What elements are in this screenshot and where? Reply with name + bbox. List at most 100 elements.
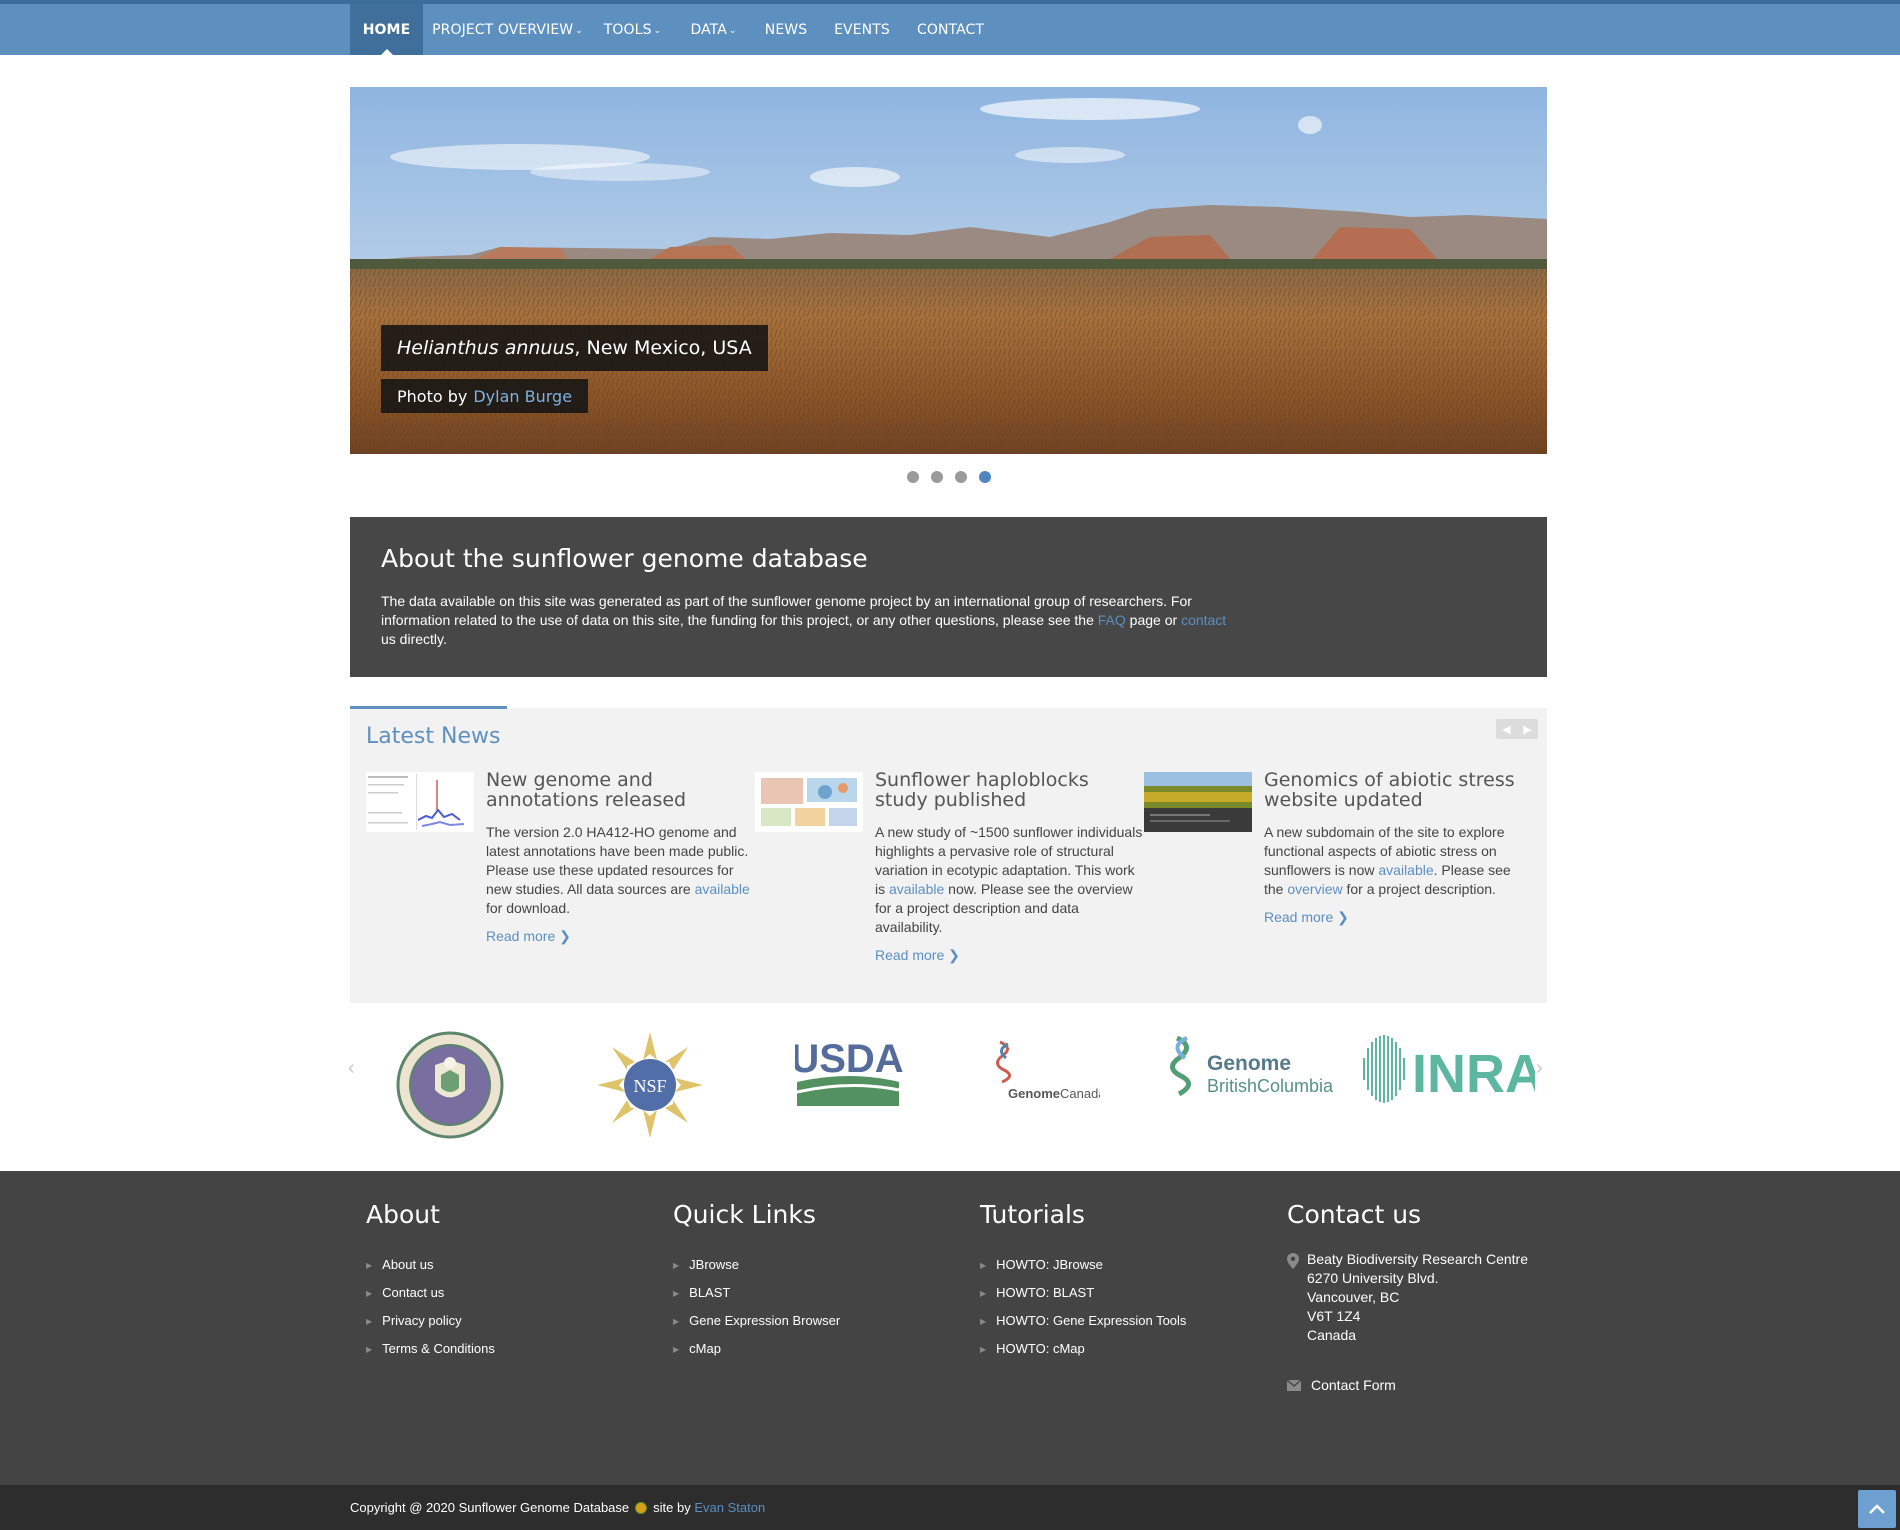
nav-events[interactable]: EVENTS: [827, 4, 897, 55]
footer-contact-column: Contact us: [1287, 1200, 1421, 1229]
nav-tools[interactable]: TOOLS ⌄: [595, 4, 670, 55]
logo-carousel-next[interactable]: ›: [1536, 1057, 1543, 1080]
news-item-title[interactable]: Sunflower haploblocks study published: [875, 770, 1145, 810]
news-thumbnail-haploblocks[interactable]: [755, 772, 863, 832]
footer-about-column: About ▶ About us ▶ Contact us ▶ Privacy pol…: [366, 1200, 495, 1363]
about-text: The data available on this site was gene…: [381, 593, 1227, 647]
doe-seal-logo[interactable]: [395, 1030, 505, 1140]
chevron-right-icon: ❯: [948, 947, 960, 963]
svg-text:GenomeCanada: GenomeCanada: [1008, 1086, 1100, 1101]
hero-caption-location: , New Mexico, USA: [574, 337, 752, 359]
news-available-link[interactable]: available: [1378, 862, 1433, 878]
photo-credit-prefix: Photo by: [397, 386, 468, 406]
bullet-arrow-icon: ▶: [366, 1261, 373, 1270]
footer-link-about-us[interactable]: ▶ About us: [366, 1251, 495, 1279]
chevron-right-icon: ❯: [1337, 909, 1349, 925]
news-item-body: A new study of ~1500 sunflower individua…: [875, 824, 1143, 935]
logo-carousel-prev[interactable]: ‹: [348, 1057, 355, 1080]
back-to-top-button[interactable]: [1858, 1490, 1896, 1528]
nav-contact[interactable]: CONTACT: [908, 4, 993, 55]
author-link[interactable]: Evan Staton: [694, 1500, 765, 1515]
bullet-arrow-icon: ▶: [980, 1261, 987, 1270]
footer-link-cmap[interactable]: ▶ cMap: [673, 1335, 840, 1363]
copyright-bar: [0, 1485, 1900, 1530]
nsf-logo[interactable]: NSF: [595, 1030, 705, 1140]
site-footer: [0, 1171, 1900, 1485]
usda-logo[interactable]: USDA: [795, 1030, 905, 1140]
bullet-arrow-icon: ▶: [366, 1345, 373, 1354]
news-available-link[interactable]: available: [695, 881, 750, 897]
news-accent-line: [350, 706, 507, 709]
contact-form-link[interactable]: Contact Form: [1311, 1377, 1396, 1393]
chevron-down-icon: ⌄: [728, 25, 737, 36]
hero-photo-credit: Photo by Dylan Burge: [381, 379, 589, 413]
footer-contact-title: Contact us: [1287, 1200, 1422, 1229]
chevron-right-icon[interactable]: ▶: [1523, 723, 1531, 736]
news-item-title[interactable]: Genomics of abiotic stress website updat…: [1264, 770, 1534, 810]
genome-bc-text-1: Genome: [1207, 1052, 1291, 1075]
bullet-arrow-icon: ▶: [366, 1317, 373, 1326]
news-carousel-controls[interactable]: ◀ ▶: [1496, 719, 1538, 739]
slider-dot-2[interactable]: [931, 471, 943, 483]
read-more-link[interactable]: Read more ❯: [1264, 909, 1349, 926]
hero-slider[interactable]: Helianthus annuus, New Mexico, USA Photo…: [350, 87, 1547, 454]
footer-link-howto-gene-expression[interactable]: ▶ HOWTO: Gene Expression Tools: [980, 1307, 1186, 1335]
read-more-link[interactable]: Read more ❯: [486, 928, 571, 945]
genome-canada-logo[interactable]: GenomeCanada: [990, 1030, 1100, 1140]
news-thumbnail-abiotic-stress[interactable]: [1144, 772, 1252, 832]
news-item-body: The version 2.0 HA412-HO genome and late…: [486, 824, 750, 916]
footer-link-contact-us[interactable]: ▶ Contact us: [366, 1279, 495, 1307]
about-title: About the sunflower genome database: [381, 544, 868, 573]
faq-link[interactable]: FAQ: [1098, 612, 1126, 628]
footer-tutorials-title: Tutorials: [980, 1200, 1085, 1229]
inra-logo[interactable]: INRA: [1360, 1030, 1535, 1140]
read-more-link[interactable]: Read more ❯: [875, 947, 960, 964]
footer-tutorials-column: Tutorials ▶ HOWTO: JBrowse ▶ HOWTO: BLAST …: [980, 1200, 1186, 1363]
about-section: About the sunflower genome database The …: [350, 517, 1547, 677]
footer-about-title: About: [366, 1200, 440, 1229]
slider-dot-4[interactable]: [979, 471, 991, 483]
chevron-up-icon: [1869, 1504, 1885, 1514]
nav-data[interactable]: DATA ⌄: [680, 4, 747, 55]
hero-caption-species: Helianthus annuus: [397, 337, 575, 359]
footer-link-howto-blast[interactable]: ▶ HOWTO: BLAST: [980, 1279, 1186, 1307]
nav-home[interactable]: HOME: [350, 4, 423, 55]
chevron-down-icon: ⌄: [653, 25, 662, 36]
news-available-link[interactable]: available: [889, 881, 944, 897]
chevron-right-icon: ❯: [559, 928, 571, 944]
slider-dot-3[interactable]: [955, 471, 967, 483]
genome-bc-text-2: BritishColumbia: [1207, 1076, 1334, 1096]
news-item-title[interactable]: New genome and annotations released: [486, 770, 756, 810]
footer-link-blast[interactable]: ▶ BLAST: [673, 1279, 840, 1307]
footer-link-howto-cmap[interactable]: ▶ HOWTO: cMap: [980, 1335, 1186, 1363]
news-title: Latest News: [366, 724, 501, 749]
contact-link[interactable]: contact: [1181, 612, 1226, 628]
footer-quick-links-column: Quick Links ▶ JBrowse ▶ BLAST ▶ Gene Expres…: [673, 1200, 840, 1363]
nav-project-overview[interactable]: PROJECT OVERVIEW ⌄: [430, 4, 585, 55]
copyright-text: Copyright @ 2020 Sunflower Genome Databa…: [350, 1500, 766, 1515]
footer-link-terms[interactable]: ▶ Terms & Conditions: [366, 1335, 495, 1363]
bullet-arrow-icon: ▶: [673, 1261, 680, 1270]
news-overview-link[interactable]: overview: [1287, 881, 1342, 897]
footer-link-gene-expression-browser[interactable]: ▶ Gene Expression Browser: [673, 1307, 840, 1335]
bullet-arrow-icon: ▶: [980, 1345, 987, 1354]
chevron-left-icon[interactable]: ◀: [1502, 723, 1510, 736]
bullet-arrow-icon: ▶: [980, 1317, 987, 1326]
nav-news[interactable]: NEWS: [757, 4, 815, 55]
genome-canada-text-1: Genome: [1008, 1086, 1060, 1101]
genome-canada-text-2: Canada: [1060, 1086, 1100, 1101]
photographer-link[interactable]: Dylan Burge: [473, 387, 572, 406]
footer-link-jbrowse[interactable]: ▶ JBrowse: [673, 1251, 840, 1279]
genome-bc-logo[interactable]: Genome BritishColumbia: [1163, 1030, 1343, 1140]
bullet-arrow-icon: ▶: [980, 1289, 987, 1298]
chevron-down-icon: ⌄: [575, 25, 583, 36]
footer-quick-links-title: Quick Links: [673, 1200, 816, 1229]
bullet-arrow-icon: ▶: [673, 1289, 680, 1298]
footer-link-privacy[interactable]: ▶ Privacy policy: [366, 1307, 495, 1335]
footer-link-howto-jbrowse[interactable]: ▶ HOWTO: JBrowse: [980, 1251, 1186, 1279]
bullet-arrow-icon: ▶: [673, 1317, 680, 1326]
slider-dot-1[interactable]: [907, 471, 919, 483]
envelope-icon: [1287, 1380, 1301, 1391]
map-pin-icon: [1287, 1253, 1299, 1269]
news-thumbnail-genome[interactable]: [366, 772, 474, 832]
